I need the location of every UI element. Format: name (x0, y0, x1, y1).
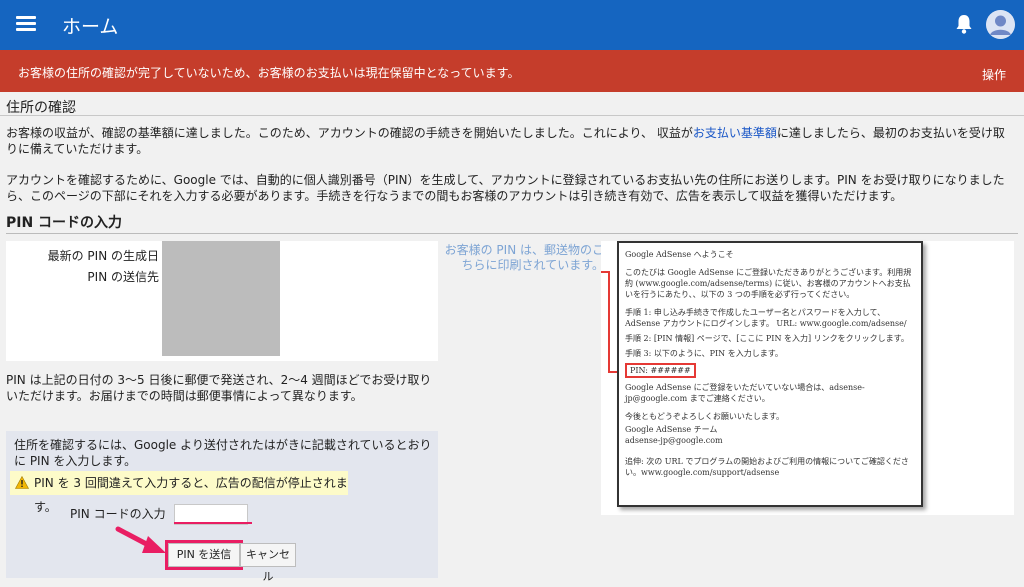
payment-threshold-link[interactable]: お支払い基準額 (693, 126, 777, 140)
warning-banner: PIN を 3 回間違えて入力すると、広告の配信が停止されます。 (10, 471, 348, 514)
submit-pin-button[interactable]: PIN を送信 (168, 543, 240, 567)
bell-icon[interactable] (954, 13, 974, 35)
letter-step3: 手順 3: 以下のように、PIN を入力します。 (625, 349, 783, 358)
letter-team: Google AdSense チーム (625, 425, 718, 434)
letter-ps: 追伸: 次の URL でプログラムの開始およびご利用の情報についてご確認ください… (625, 457, 909, 477)
letter-email: adsense-jp@google.com (625, 436, 723, 445)
redacted-pin-details (162, 241, 280, 356)
explanation-paragraph: アカウントを確認するために、Google では、自動的に個人識別番号（PIN）を… (6, 173, 1005, 203)
page-title: ホーム (62, 16, 119, 38)
sample-letter-area: Google AdSense へようこそ このたびは Google AdSens… (601, 241, 1014, 515)
pin-generated-label: 最新の PIN の生成日 (47, 249, 159, 263)
letter-closing: 今後ともどうぞよろしくお願いいたします。 (625, 412, 785, 421)
pin-heading: PIN コードの入力 (6, 215, 123, 231)
app-bar: ホーム (0, 0, 1024, 50)
form-instructions: 住所を確認するには、Google より送付されたはがきに記載されているとおりに … (14, 438, 432, 468)
delivery-note: PIN は上記の日付の 3～5 日後に郵便で発送され、2～4 週間ほどでお受け取… (6, 373, 432, 403)
alert-action-link[interactable]: 操作 (982, 66, 1006, 83)
pointer-arrow-icon (115, 526, 166, 553)
pin-input-label: PIN コードの入力 (70, 507, 166, 521)
cancel-button[interactable]: キャンセル (240, 543, 296, 583)
warning-icon (15, 476, 29, 489)
avatar[interactable] (986, 10, 1015, 39)
intro-paragraph: お客様の収益が、確認の基準額に達しました。このため、アカウントの確認の手続きを開… (6, 126, 1005, 156)
pin-info-panel: 最新の PIN の生成日 PIN の送信先 (6, 241, 438, 361)
pin-input-highlight (174, 522, 252, 524)
divider (6, 233, 1018, 234)
letter-pin-line: PIN: ###### (625, 363, 696, 378)
pin-sent-to-label: PIN の送信先 (87, 270, 159, 284)
letter-contact: Google AdSense にご登録をいただいていない場合は、adsense-… (625, 383, 865, 403)
payment-hold-alert: お客様の住所の確認が完了していないため、お客様のお支払いは現在保留中となっていま… (0, 50, 1024, 92)
letter-step2: 手順 2: [PIN 情報] ページで、[ここに PIN を入力] リンクをクリ… (625, 334, 909, 343)
letter-heading: Google AdSense へようこそ (625, 250, 734, 259)
letter-intro: このたびは Google AdSense にご登録いただきありがとうございます。… (625, 268, 912, 299)
pin-form: 住所を確認するには、Google より送付されたはがきに記載されているとおりに … (6, 431, 438, 583)
sample-letter: Google AdSense へようこそ このたびは Google AdSens… (617, 241, 923, 507)
menu-icon[interactable] (16, 16, 36, 32)
alert-message: お客様の住所の確認が完了していないため、お客様のお支払いは現在保留中となっていま… (18, 66, 520, 80)
divider (0, 115, 1024, 116)
pin-location-annotation: お客様の PIN は、郵送物のこちらに印刷されています。 (444, 243, 604, 272)
section-title: 住所の確認 (6, 100, 76, 116)
letter-step1: 手順 1: 申し込み手続きで作成したユーザー名とパスワードを入力して、AdSen… (625, 308, 907, 328)
